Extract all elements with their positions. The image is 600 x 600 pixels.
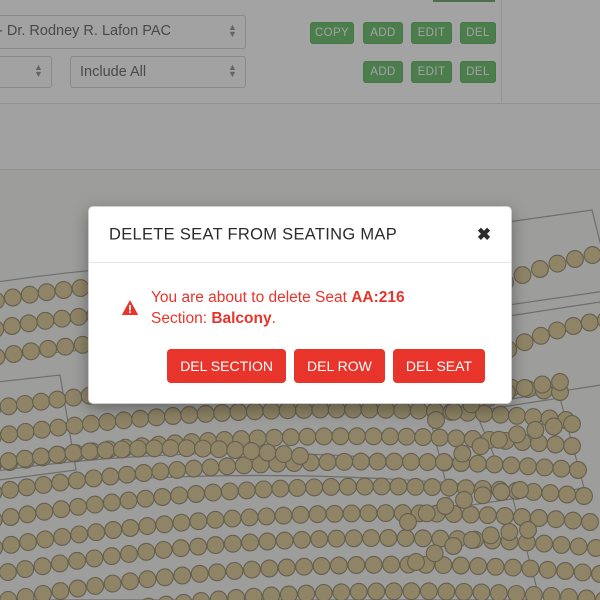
del-row-button[interactable]: DEL ROW [294, 349, 385, 383]
section-name: Balcony [211, 310, 272, 327]
warning-text: You are about to delete Seat AA:216 Sect… [151, 287, 405, 329]
modal-header: DELETE SEAT FROM SEATING MAP ✖ [89, 207, 511, 263]
section-label: Section: [151, 310, 212, 327]
warning-triangle-icon [121, 299, 139, 317]
message-suffix: . [271, 310, 276, 327]
modal-body: You are about to delete Seat AA:216 Sect… [89, 263, 511, 403]
modal-actions: DEL SECTION DEL ROW DEL SEAT [109, 349, 491, 383]
message-prefix: You are about to delete Seat [151, 289, 352, 306]
del-seat-button[interactable]: DEL SEAT [392, 349, 485, 383]
del-section-button[interactable]: DEL SECTION [167, 349, 287, 383]
warning-message: You are about to delete Seat AA:216 Sect… [109, 287, 491, 329]
seat-id: AA:216 [351, 289, 405, 306]
modal-title: DELETE SEAT FROM SEATING MAP [109, 225, 398, 243]
close-icon[interactable]: ✖ [473, 224, 495, 246]
delete-seat-modal: DELETE SEAT FROM SEATING MAP ✖ You are a… [88, 206, 512, 404]
